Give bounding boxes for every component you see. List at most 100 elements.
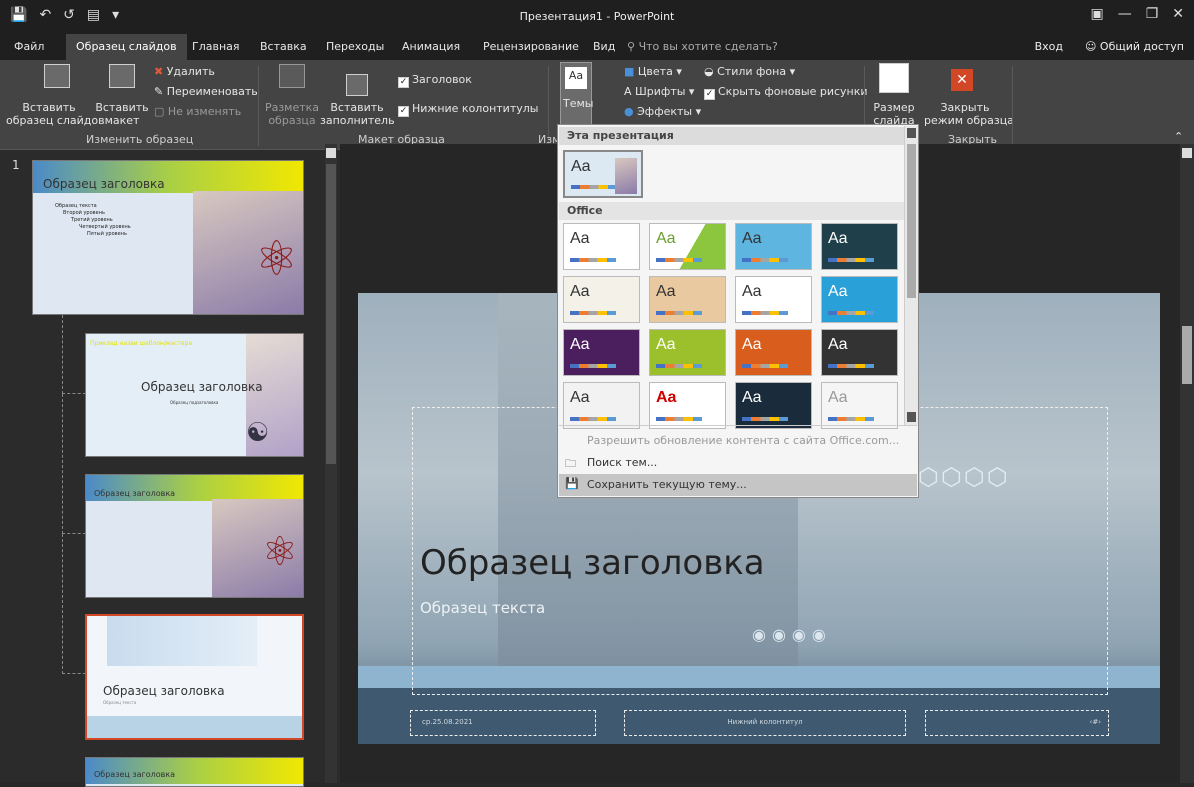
- theme-current[interactable]: Aa: [563, 150, 643, 198]
- scroll-up-arrow-icon[interactable]: [326, 148, 336, 158]
- insert-slide-master-button[interactable]: Вставить образец слайдов: [6, 101, 105, 127]
- scroll-thumb[interactable]: [1182, 326, 1192, 384]
- save-current-theme-item[interactable]: 💾 Сохранить текущую тему...: [559, 474, 917, 496]
- slide-title[interactable]: Образец заголовка: [420, 543, 765, 583]
- tab-file[interactable]: Файл: [14, 40, 44, 53]
- colors-icon: ■: [624, 65, 638, 78]
- slide-subtitle[interactable]: Образец текста: [420, 599, 545, 617]
- group-divider: [1012, 66, 1013, 146]
- gallery-scrollbar[interactable]: [904, 126, 918, 425]
- close-master-view-icon: ✕: [951, 69, 973, 91]
- theme-retrospect[interactable]: Aa: [649, 276, 726, 323]
- group-divider: [258, 66, 259, 146]
- colors-button[interactable]: ■ Цвета ▾: [624, 65, 682, 78]
- theme-main-event[interactable]: Aa: [735, 382, 812, 429]
- checkmark-icon: ✓: [398, 106, 409, 117]
- ribbon-tabs: Файл Образец слайдов Главная Вставка Пер…: [0, 34, 1194, 60]
- footer-band: [87, 716, 302, 738]
- tech-graphic: [107, 616, 257, 666]
- close-master-view-button[interactable]: Закрыть режим образца: [924, 101, 1014, 127]
- themes-button[interactable]: Aa Темы: [560, 62, 593, 126]
- scroll-up-arrow-icon[interactable]: [907, 128, 916, 138]
- thumbnail-master[interactable]: ⚛ Образец заголовка Образец текста Второ…: [32, 160, 304, 315]
- theme-gallery[interactable]: Aa: [649, 382, 726, 429]
- tab-home[interactable]: Главная: [192, 40, 240, 53]
- checkmark-icon: ✓: [398, 77, 409, 88]
- insert-slide-master-icon: [44, 64, 70, 88]
- scroll-thumb[interactable]: [907, 144, 916, 298]
- insert-layout-icon: [109, 64, 135, 88]
- thumbnail-scrollbar[interactable]: [325, 144, 337, 783]
- master-layout-button[interactable]: Разметка образца: [264, 101, 320, 127]
- theme-frame[interactable]: Aa: [563, 382, 640, 429]
- tab-animations[interactable]: Анимация: [402, 40, 460, 53]
- thumbnail-layout-title[interactable]: Приклад назви шаблон/мастера Образец заг…: [85, 333, 304, 457]
- browse-themes-item[interactable]: 🗀 Поиск тем...: [559, 452, 917, 474]
- layout-connector: [62, 315, 86, 394]
- slide-size-icon: [879, 63, 909, 93]
- hide-background-checkbox[interactable]: ✓ Скрыть фоновые рисунки: [704, 85, 868, 100]
- tab-view[interactable]: Вид: [593, 40, 615, 53]
- minimize-icon[interactable]: —: [1118, 6, 1132, 22]
- delete-icon: ✖: [154, 65, 167, 78]
- sign-in-link[interactable]: Вход: [1035, 40, 1063, 53]
- pharmacy-bowl-icon: ⚛: [255, 231, 299, 287]
- tell-me-search[interactable]: ⚲ Что вы хотите сделать?: [627, 40, 778, 53]
- tab-review[interactable]: Рецензирование: [483, 40, 579, 53]
- theme-facet[interactable]: Aa: [649, 223, 726, 270]
- theme-berlin[interactable]: Aa: [563, 329, 640, 376]
- insert-layout-button[interactable]: Вставить макет: [92, 101, 152, 127]
- insert-placeholder-icon: [346, 74, 368, 96]
- theme-integral[interactable]: Aa: [735, 223, 812, 270]
- slide-number-text: ‹#›: [1089, 718, 1101, 726]
- collapse-ribbon-icon[interactable]: ⌃: [1174, 130, 1183, 143]
- restore-icon[interactable]: ❐: [1146, 6, 1159, 22]
- theme-slice[interactable]: Aa: [735, 276, 812, 323]
- insert-placeholder-button[interactable]: Вставить заполнитель: [320, 101, 395, 127]
- layout-connector: [62, 394, 86, 534]
- section-office: Office: [559, 202, 904, 220]
- background-styles-button[interactable]: ◒ Стили фона ▾: [704, 65, 795, 78]
- ribbon-display-options-icon[interactable]: ▣: [1090, 6, 1103, 22]
- person-icon: ☺: [1084, 40, 1100, 53]
- fonts-icon: A: [624, 85, 636, 98]
- preserve-button[interactable]: ▢ Не изменять: [154, 105, 241, 118]
- theme-circuit[interactable]: Aa: [649, 329, 726, 376]
- delete-button[interactable]: ✖ Удалить: [154, 65, 215, 78]
- theme-damask[interactable]: Aa: [735, 329, 812, 376]
- footers-checkbox[interactable]: ✓ Нижние колонтитулы: [398, 102, 538, 117]
- scroll-up-arrow-icon[interactable]: [1182, 148, 1192, 158]
- theme-office[interactable]: Aa: [563, 223, 640, 270]
- tab-slide-master[interactable]: Образец слайдов: [66, 34, 187, 60]
- title-bar: 💾 ↶ ↺ ▤ ▾ Презентация1 - PowerPoint ▣ — …: [0, 0, 1194, 34]
- close-icon[interactable]: ✕: [1172, 6, 1184, 22]
- theme-divide[interactable]: Aa: [821, 329, 898, 376]
- tab-transitions[interactable]: Переходы: [326, 40, 384, 53]
- tab-insert[interactable]: Вставка: [260, 40, 307, 53]
- fonts-button[interactable]: A Шрифты ▾: [624, 85, 694, 98]
- doctor-image: [615, 158, 637, 194]
- save-theme-icon: 💾: [565, 477, 579, 490]
- menu-divider: [559, 425, 917, 426]
- window-title: Презентация1 - PowerPoint: [519, 10, 675, 23]
- themes-gallery-dropdown: Эта презентация Aa Office Aa Aa Aa Aa Aa…: [557, 124, 919, 498]
- enable-office-updates-item[interactable]: Разрешить обновление контента с сайта Of…: [559, 430, 917, 452]
- master-layout-icon: [279, 64, 305, 88]
- theme-wisp[interactable]: Aa: [821, 276, 898, 323]
- slide-number: 1: [12, 158, 20, 172]
- theme-mesh[interactable]: Aa: [821, 382, 898, 429]
- theme-organic[interactable]: Aa: [563, 276, 640, 323]
- rename-button[interactable]: ✎ Переименовать: [154, 85, 258, 98]
- share-button[interactable]: ☺ Общий доступ: [1085, 40, 1184, 53]
- slide-scrollbar[interactable]: [1180, 144, 1194, 783]
- effects-button[interactable]: ● Эффекты ▾: [624, 105, 701, 118]
- scroll-thumb[interactable]: [326, 164, 336, 464]
- thumb-bullets: Образец текста Второй уровень Третий уро…: [55, 203, 131, 237]
- theme-ion-boardroom[interactable]: Aa: [821, 223, 898, 270]
- rename-icon: ✎: [154, 85, 167, 98]
- scroll-down-arrow-icon[interactable]: [907, 412, 916, 422]
- title-checkbox[interactable]: ✓ Заголовок: [398, 73, 472, 88]
- thumbnail-layout-selected[interactable]: Образец заголовка Образец текста: [85, 614, 304, 740]
- window-controls: ▣ — ❐ ✕: [1090, 6, 1184, 22]
- thumbnail-layout-content[interactable]: ⚛ Образец заголовка: [85, 474, 304, 598]
